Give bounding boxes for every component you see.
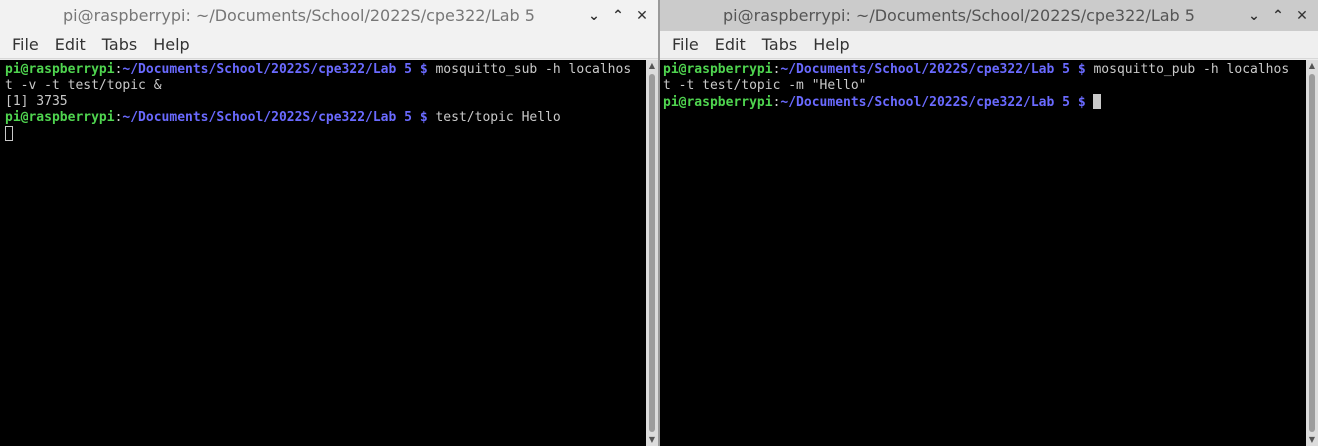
terminal-line: t -t test/topic -m "Hello" (663, 78, 867, 93)
command-text: test/topic Hello (427, 110, 561, 125)
close-button[interactable]: ✕ (630, 4, 654, 28)
minimize-button[interactable]: ⌄ (582, 4, 606, 28)
text-cursor (5, 126, 13, 141)
prompt-user: pi@raspberrypi (663, 62, 773, 77)
menu-file[interactable]: File (4, 31, 47, 59)
terminal-output[interactable]: pi@raspberrypi:~/Documents/School/2022S/… (660, 60, 1306, 446)
text-cursor (1093, 94, 1102, 109)
close-icon: ✕ (636, 7, 648, 24)
prompt-user: pi@raspberrypi (5, 110, 115, 125)
terminal-window-left: pi@raspberrypi: ~/Documents/School/2022S… (0, 0, 658, 446)
close-button[interactable]: ✕ (1290, 4, 1314, 28)
maximize-button[interactable]: ⌃ (606, 4, 630, 28)
prompt-path: ~/Documents/School/2022S/cpe322/Lab 5 $ (780, 62, 1086, 77)
menu-file[interactable]: File (664, 31, 707, 59)
maximize-button[interactable]: ⌃ (1266, 4, 1290, 28)
chevron-down-icon: ⌄ (588, 7, 600, 24)
prompt-user: pi@raspberrypi (5, 62, 115, 77)
chevron-up-icon: ⌃ (612, 7, 624, 24)
menu-help[interactable]: Help (145, 31, 197, 59)
terminal-line: [1] 3735 (5, 94, 68, 109)
terminal-line: t -v -t test/topic & (5, 78, 162, 93)
title-bar[interactable]: pi@raspberrypi: ~/Documents/School/2022S… (660, 0, 1318, 31)
title-bar[interactable]: pi@raspberrypi: ~/Documents/School/2022S… (0, 0, 658, 31)
window-title: pi@raspberrypi: ~/Documents/School/2022S… (63, 6, 535, 25)
command-text: mosquitto_pub -h localhos (1085, 62, 1290, 77)
scrollbar[interactable]: ▲ ▼ (646, 60, 658, 446)
menu-tabs[interactable]: Tabs (94, 31, 145, 59)
terminal-output[interactable]: pi@raspberrypi:~/Documents/School/2022S/… (0, 60, 646, 446)
command-text (1086, 95, 1094, 110)
terminal-line: pi@raspberrypi:~/Documents/School/2022S/… (663, 62, 1306, 78)
menu-tabs[interactable]: Tabs (754, 31, 805, 59)
command-text: mosquitto_sub -h localhos (427, 62, 632, 77)
window-title: pi@raspberrypi: ~/Documents/School/2022S… (723, 6, 1195, 25)
scroll-up-icon[interactable]: ▲ (646, 60, 658, 72)
scrollbar[interactable]: ▲ ▼ (1306, 60, 1318, 446)
prompt-path: ~/Documents/School/2022S/cpe322/Lab 5 $ (122, 110, 428, 125)
scroll-down-icon[interactable]: ▼ (1306, 434, 1318, 446)
terminal-line: pi@raspberrypi:~/Documents/School/2022S/… (663, 94, 1306, 110)
scroll-down-icon[interactable]: ▼ (646, 434, 658, 446)
menu-edit[interactable]: Edit (47, 31, 94, 59)
minimize-button[interactable]: ⌄ (1242, 4, 1266, 28)
terminal-line: pi@raspberrypi:~/Documents/School/2022S/… (5, 110, 646, 126)
chevron-down-icon: ⌄ (1248, 7, 1260, 24)
chevron-up-icon: ⌃ (1272, 7, 1284, 24)
close-icon: ✕ (1296, 7, 1308, 24)
terminal-line (5, 126, 646, 142)
menu-bar: File Edit Tabs Help (0, 31, 658, 59)
prompt-path: ~/Documents/School/2022S/cpe322/Lab 5 $ (780, 95, 1086, 110)
scroll-up-icon[interactable]: ▲ (1306, 60, 1318, 72)
terminal-window-right: pi@raspberrypi: ~/Documents/School/2022S… (660, 0, 1318, 446)
menu-help[interactable]: Help (805, 31, 857, 59)
scroll-thumb[interactable] (649, 74, 655, 432)
scroll-thumb[interactable] (1309, 74, 1315, 432)
menu-edit[interactable]: Edit (707, 31, 754, 59)
menu-bar: File Edit Tabs Help (660, 31, 1318, 59)
prompt-user: pi@raspberrypi (663, 95, 773, 110)
terminal-line: pi@raspberrypi:~/Documents/School/2022S/… (5, 62, 646, 78)
prompt-path: ~/Documents/School/2022S/cpe322/Lab 5 $ (122, 62, 428, 77)
